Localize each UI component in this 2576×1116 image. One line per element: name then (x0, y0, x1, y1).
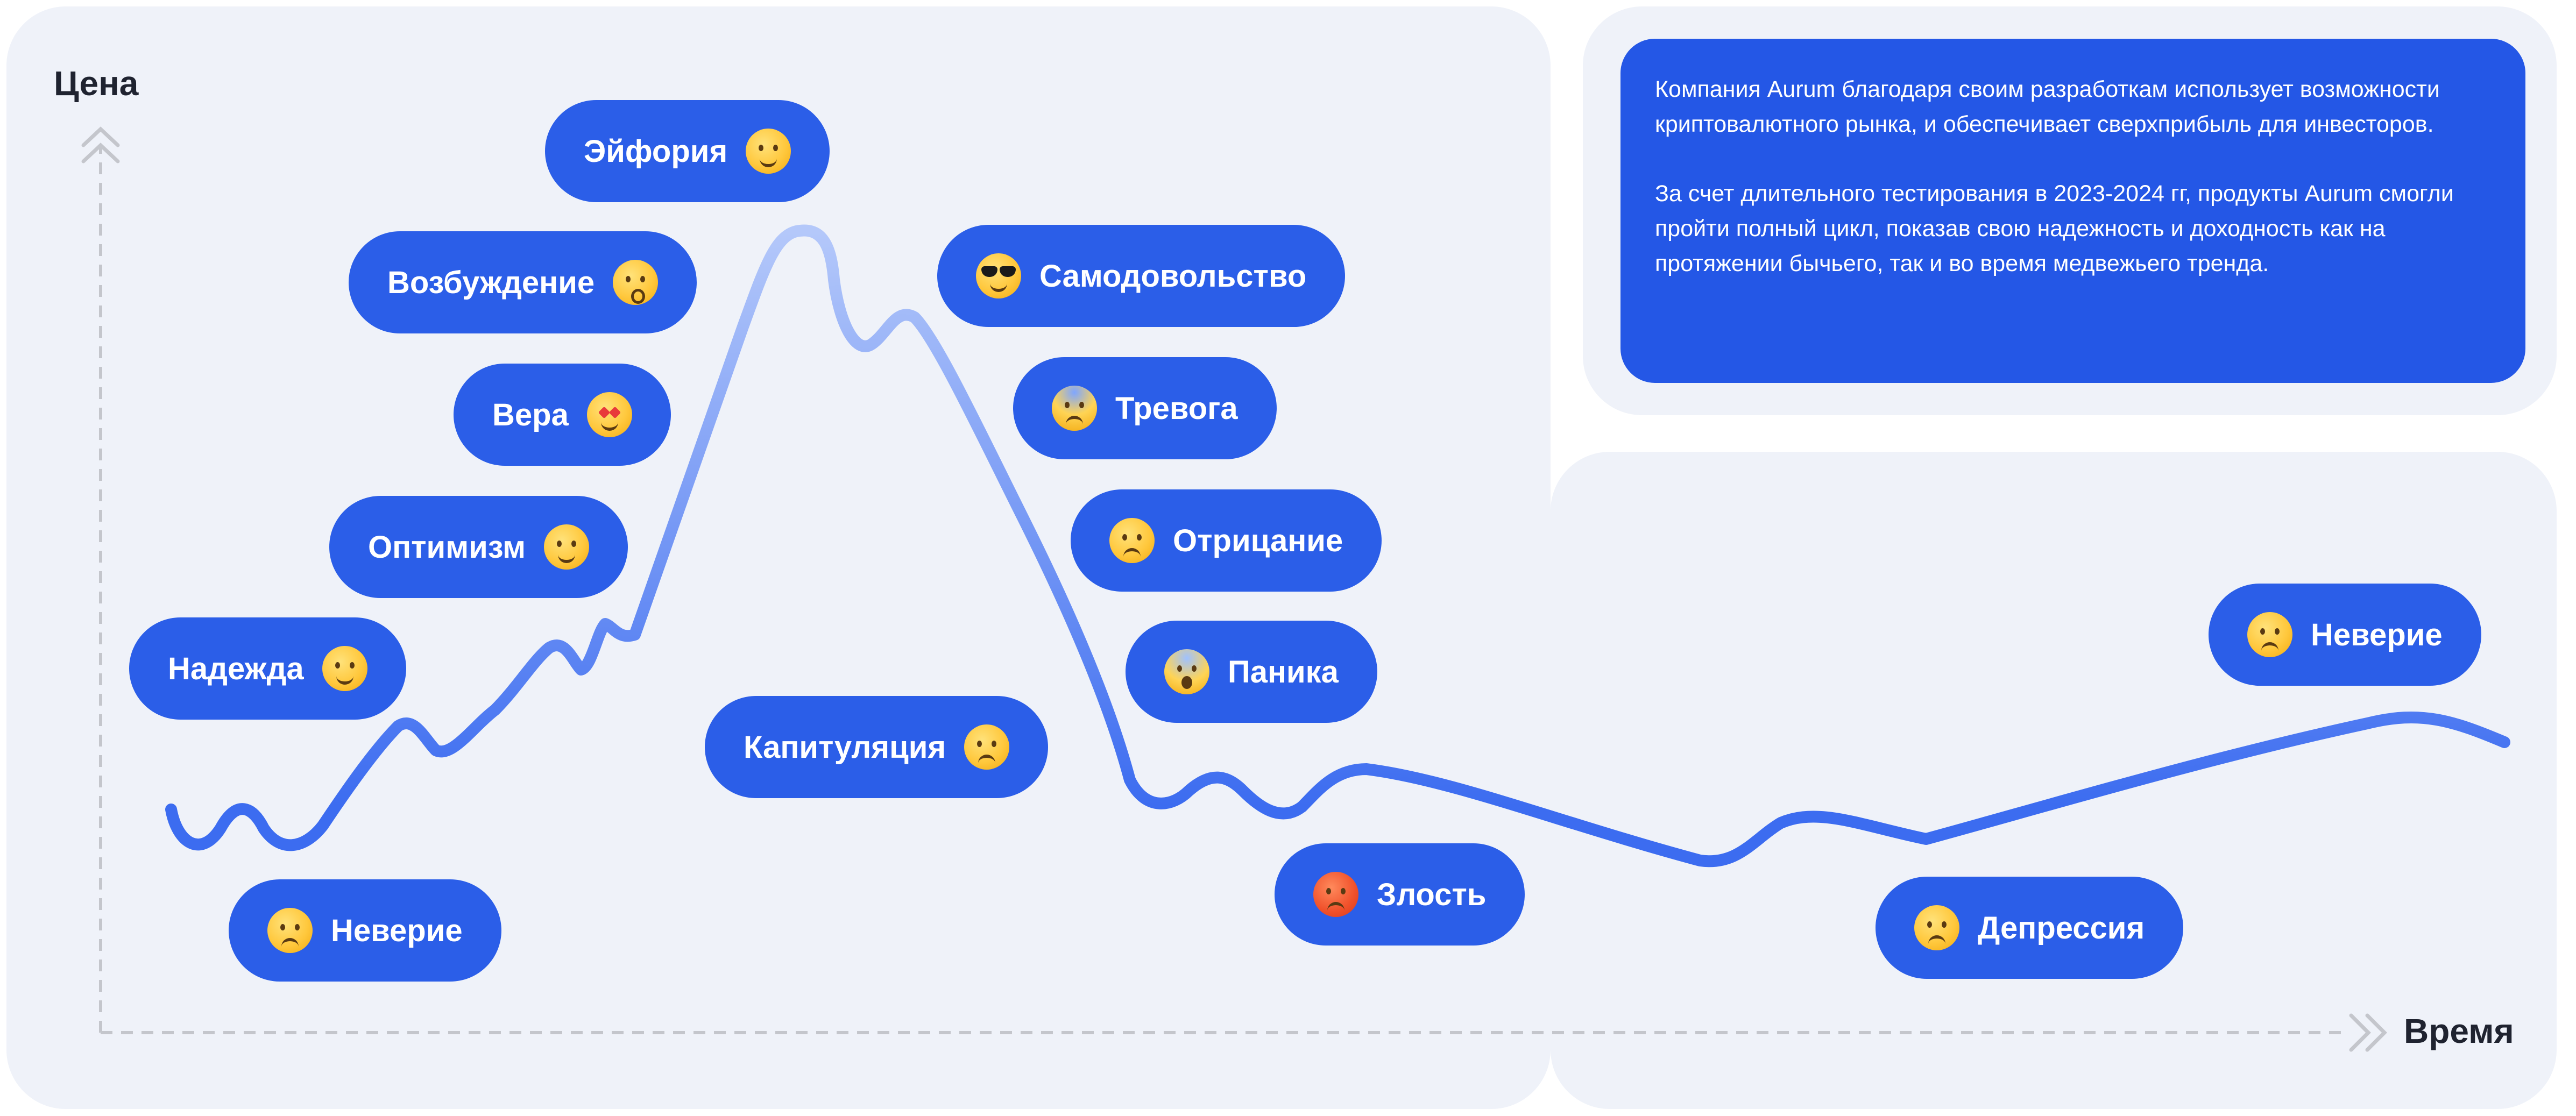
stage-denial: Отрицание (1071, 489, 1382, 592)
star-struck-face-icon (586, 392, 632, 437)
grinning-face-icon (544, 524, 590, 570)
stage-optimism: Оптимизм (329, 496, 628, 598)
stage-label: Паника (1228, 654, 1339, 689)
sunglasses-face-icon (976, 253, 1021, 298)
stage-depression: Депрессия (1876, 877, 2184, 979)
stage-complacency: Самодовольство (937, 225, 1346, 327)
anxious-face-icon (1052, 386, 1097, 431)
stage-label: Надежда (168, 651, 304, 686)
stage-capitulation: Капитуляция (705, 696, 1049, 798)
stage-label: Самодовольство (1039, 258, 1307, 294)
y-axis-label: Цена (54, 64, 139, 103)
stage-label: Неверие (2311, 617, 2443, 652)
partying-face-icon (746, 129, 791, 174)
stage-label: Оптимизм (368, 529, 526, 565)
confounded-face-icon (1109, 518, 1155, 563)
stage-belief: Вера (454, 364, 671, 466)
stage-label: Отрицание (1173, 523, 1343, 558)
disappointed-face-icon (2247, 612, 2292, 657)
stage-panic: Паника (1126, 621, 1377, 723)
stage-euphoria: Эйфория (545, 100, 830, 202)
stage-anxiety: Тревога (1013, 357, 1277, 459)
x-axis-label: Время (2404, 1012, 2514, 1050)
weary-face-icon (964, 724, 1010, 770)
market-cycle-diagram: Компания Aurum благодаря своим разработк… (0, 0, 2576, 1116)
stage-label: Тревога (1115, 390, 1238, 426)
stage-anger: Злость (1275, 843, 1525, 946)
screaming-face-icon (1164, 649, 1209, 694)
pensive-face-icon (1914, 905, 1959, 950)
stage-label: Капитуляция (744, 729, 946, 765)
stage-label: Неверие (331, 913, 463, 948)
stage-label: Эйфория (584, 133, 728, 169)
stage-disbelief-end: Неверие (2209, 584, 2481, 686)
stage-label: Вера (492, 397, 569, 432)
stage-thrill: Возбуждение (349, 231, 697, 333)
disappointed-face-icon (267, 908, 313, 953)
hushed-face-icon (613, 260, 659, 305)
stage-label: Возбуждение (387, 265, 595, 300)
stage-hope: Надежда (129, 617, 406, 720)
angry-face-icon (1313, 872, 1358, 917)
stage-label: Злость (1377, 877, 1487, 912)
stage-disbelief-start: Неверие (229, 879, 501, 982)
relieved-face-icon (322, 646, 367, 691)
x-axis-arrow-icon (2349, 1013, 2387, 1052)
stage-label: Депрессия (1978, 910, 2145, 946)
y-axis-arrow-icon (81, 126, 120, 164)
